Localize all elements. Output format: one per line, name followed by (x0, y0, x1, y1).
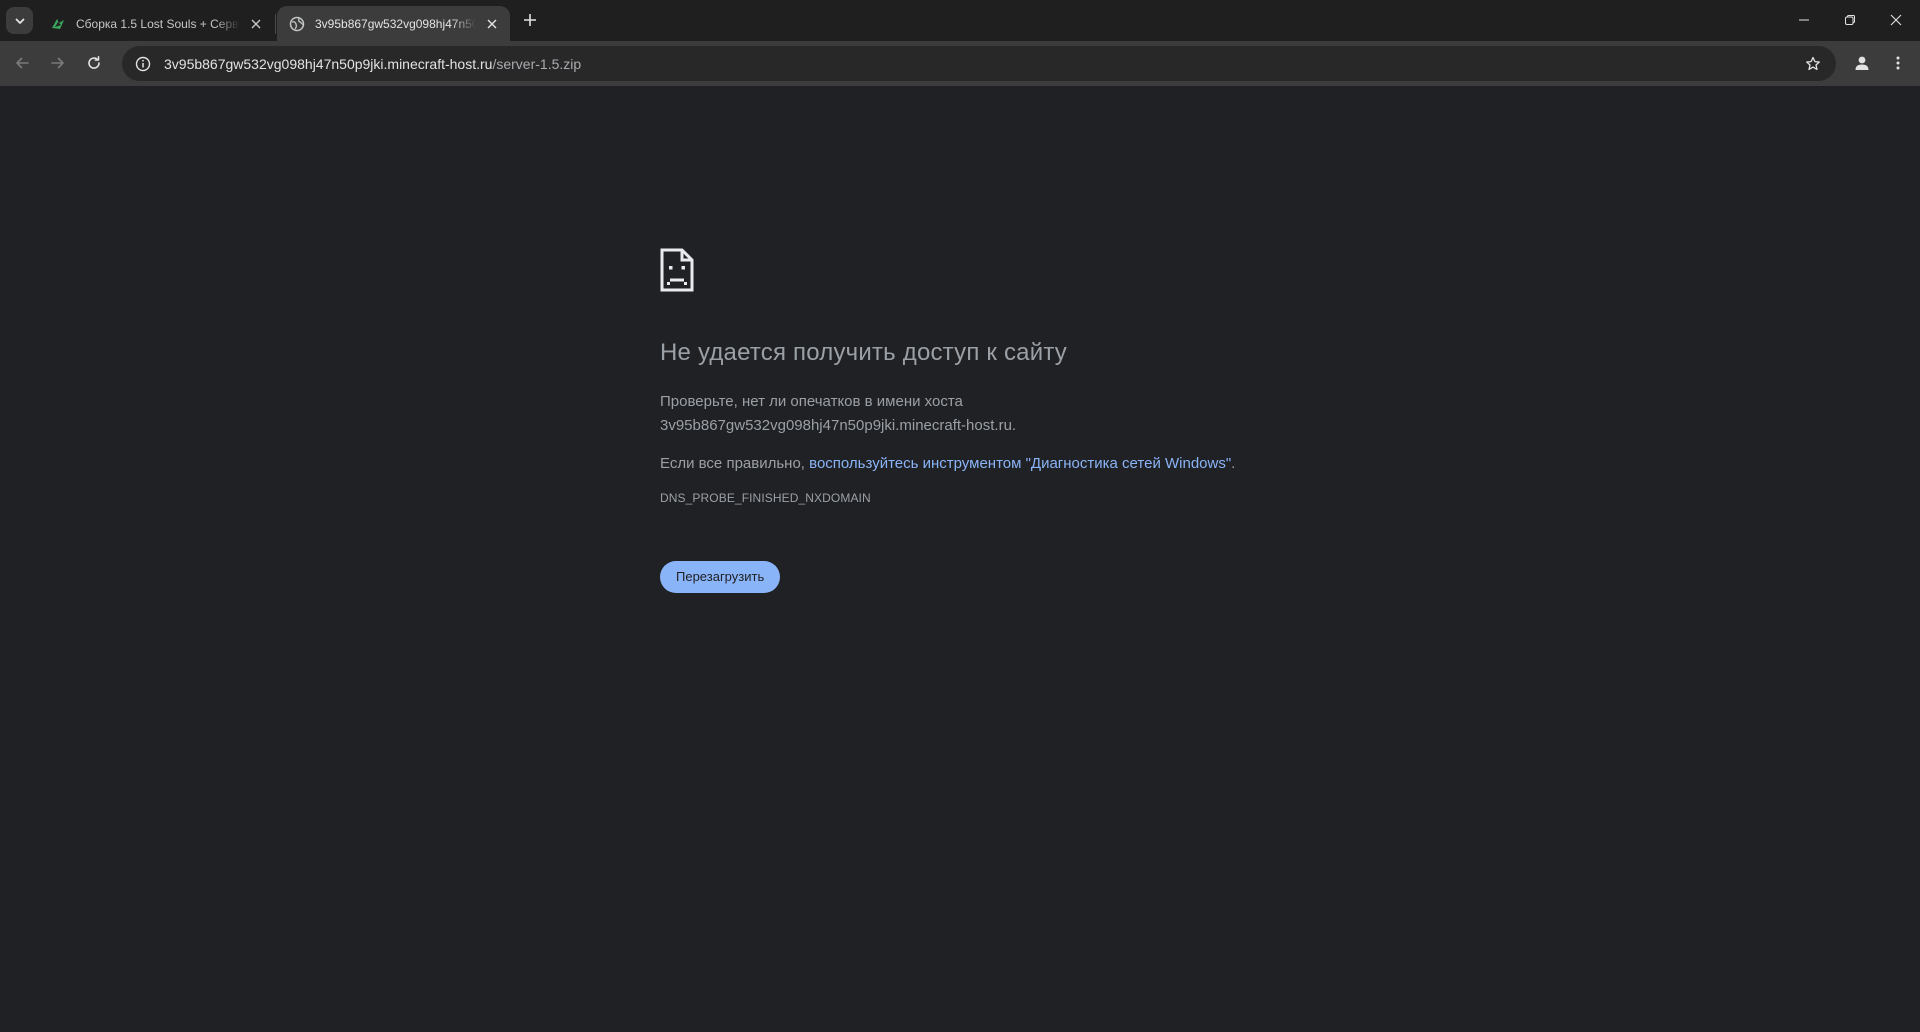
tab-title: Сборка 1.5 Lost Souls + Сервер (76, 16, 240, 31)
error-hint: Если все правильно, воспользуйтесь инстр… (660, 452, 1360, 476)
hint-prefix: Если все правильно, (660, 455, 810, 472)
error-line: Проверьте, нет ли опечатков в имени хост… (660, 393, 963, 410)
page-content: Не удается получить доступ к сайту Прове… (0, 86, 1920, 1032)
close-window-button[interactable] (1873, 0, 1919, 40)
minecraft-favicon-icon (52, 18, 64, 29)
profile-button[interactable] (1848, 49, 1876, 77)
minimize-button[interactable] (1781, 0, 1827, 40)
reload-toolbar-button[interactable] (80, 49, 108, 77)
site-info-icon[interactable] (128, 56, 158, 72)
profile-icon (1855, 56, 1869, 70)
error-title: Не удается получить доступ к сайту (660, 339, 1067, 366)
bookmark-star-icon[interactable] (1802, 53, 1824, 75)
error-panel: Не удается получить доступ к сайту Прове… (660, 248, 1360, 593)
restore-button[interactable] (1827, 0, 1873, 40)
tab-search-button[interactable] (6, 7, 33, 34)
kebab-menu-icon (1896, 56, 1900, 70)
plus-icon (524, 14, 536, 26)
tab-lost-souls[interactable]: Сборка 1.5 Lost Souls + Сервер (38, 6, 274, 41)
tab-title: 3v95b867gw532vg098hj47n50p9jki.minecraft… (315, 16, 476, 31)
arrow-left-icon (16, 57, 29, 69)
globe-icon (289, 16, 305, 31)
url-path: /server-1.5.zip (492, 55, 582, 72)
forward-button[interactable] (44, 49, 72, 77)
tab-minecraft-host[interactable]: 3v95b867gw532vg098hj47n50p9jki.minecraft… (277, 6, 510, 41)
toolbar: 3v95b867gw532vg098hj47n50p9jki.minecraft… (0, 41, 1920, 86)
restore-icon (1845, 15, 1855, 25)
tab-strip: Сборка 1.5 Lost Souls + Сервер 3v95b867g… (0, 0, 1920, 41)
reload-button[interactable]: Перезагрузить (660, 561, 781, 593)
address-bar[interactable]: 3v95b867gw532vg098hj47n50p9jki.minecraft… (122, 46, 1836, 81)
url-host: 3v95b867gw532vg098hj47n50p9jki.minecraft… (164, 55, 493, 72)
error-code: DNS_PROBE_FINISHED_NXDOMAIN (660, 491, 871, 505)
close-icon (1890, 14, 1902, 26)
tab-close-icon[interactable] (484, 16, 500, 32)
error-hostname: 3v95b867gw532vg098hj47n50p9jki.minecraft… (660, 417, 1017, 434)
arrow-right-icon (51, 57, 64, 69)
menu-button[interactable] (1884, 49, 1912, 77)
url-text: 3v95b867gw532vg098hj47n50p9jki.minecraft… (164, 56, 581, 72)
tab-close-icon[interactable] (248, 16, 264, 32)
reload-icon (88, 56, 100, 69)
hint-suffix: . (1231, 455, 1236, 472)
minimize-icon (1799, 19, 1809, 21)
tab-divider (275, 14, 276, 34)
chevron-down-icon (15, 18, 24, 24)
network-diagnostics-link[interactable]: воспользуйтесь инструментом "Диагностика… (809, 455, 1231, 472)
sad-page-icon (660, 248, 694, 292)
new-tab-button[interactable] (518, 8, 542, 32)
back-button[interactable] (8, 49, 36, 77)
error-description: Проверьте, нет ли опечатков в имени хост… (660, 390, 1360, 438)
